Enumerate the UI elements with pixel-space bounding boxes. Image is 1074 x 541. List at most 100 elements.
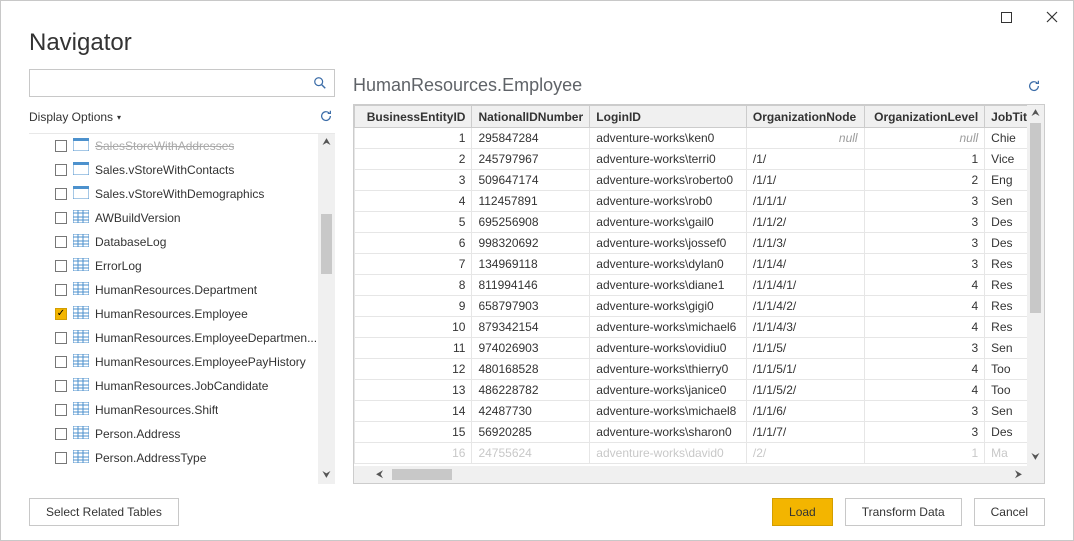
table-row[interactable]: 1624755624adventure-works\david0/2/1Ma (355, 443, 1044, 464)
cell: 998320692 (472, 233, 590, 254)
tree-item[interactable]: Person.Address (29, 422, 335, 446)
cell: 658797903 (472, 296, 590, 317)
table-row[interactable]: 7134969118adventure-works\dylan0/1/1/4/3… (355, 254, 1044, 275)
refresh-tree-icon[interactable] (319, 109, 333, 126)
table-row[interactable]: 6998320692adventure-works\jossef0/1/1/3/… (355, 233, 1044, 254)
table-icon (73, 330, 89, 346)
tree-scroll-thumb[interactable] (321, 214, 332, 274)
table-row[interactable]: 4112457891adventure-works\rob0/1/1/1/3Se… (355, 191, 1044, 212)
search-input[interactable] (30, 70, 306, 96)
table-row[interactable]: 12480168528adventure-works\thierry0/1/1/… (355, 359, 1044, 380)
grid-horizontal-scrollbar[interactable]: ⮜ ⮞ (354, 466, 1044, 483)
cell: /1/1/2/ (746, 212, 864, 233)
tree-item[interactable]: Sales.vStoreWithContacts (29, 158, 335, 182)
view-icon (73, 138, 89, 154)
tree-item[interactable]: HumanResources.EmployeePayHistory (29, 350, 335, 374)
cell: 695256908 (472, 212, 590, 233)
tree-item-checkbox[interactable] (55, 212, 67, 224)
tree-item-checkbox[interactable] (55, 164, 67, 176)
table-row[interactable]: 2245797967adventure-works\terri0/1/1Vice (355, 149, 1044, 170)
dialog-title: Navigator (1, 29, 1073, 61)
tree-item-checkbox[interactable] (55, 260, 67, 272)
cell: 3 (355, 170, 472, 191)
tree-item[interactable]: SalesStoreWithAddresses (29, 134, 335, 158)
tree-item-checkbox[interactable] (55, 284, 67, 296)
tree-item[interactable]: HumanResources.JobCandidate (29, 374, 335, 398)
tree-item-checkbox[interactable] (55, 188, 67, 200)
tree-item-checkbox[interactable] (55, 380, 67, 392)
table-row[interactable]: 8811994146adventure-works\diane1/1/1/4/1… (355, 275, 1044, 296)
tree-item-checkbox[interactable] (55, 140, 67, 152)
cell: adventure-works\ken0 (590, 128, 747, 149)
grid-vertical-scrollbar[interactable]: ⮝ ⮟ (1027, 105, 1044, 466)
select-related-tables-button[interactable]: Select Related Tables (29, 498, 179, 526)
tree-item-checkbox[interactable] (55, 356, 67, 368)
table-row[interactable]: 5695256908adventure-works\gail0/1/1/2/3D… (355, 212, 1044, 233)
table-row[interactable]: 13486228782adventure-works\janice0/1/1/5… (355, 380, 1044, 401)
table-row[interactable]: 3509647174adventure-works\roberto0/1/1/2… (355, 170, 1044, 191)
tree-item[interactable]: HumanResources.Department (29, 278, 335, 302)
display-options-dropdown[interactable]: Display Options ▾ (29, 110, 121, 124)
table-row[interactable]: 1556920285adventure-works\sharon0/1/1/7/… (355, 422, 1044, 443)
table-icon (73, 402, 89, 418)
tree-item[interactable]: HumanResources.Employee (29, 302, 335, 326)
data-grid[interactable]: BusinessEntityIDNationalIDNumberLoginIDO… (353, 104, 1045, 484)
scroll-down-icon[interactable]: ⮟ (318, 467, 335, 484)
search-box[interactable] (29, 69, 335, 97)
table-row[interactable]: 1295847284adventure-works\ken0nullnullCh… (355, 128, 1044, 149)
cell: adventure-works\ovidiu0 (590, 338, 747, 359)
cell: 4 (864, 359, 985, 380)
maximize-button[interactable] (991, 5, 1021, 29)
column-header[interactable]: LoginID (590, 106, 747, 128)
tree-item-checkbox[interactable] (55, 236, 67, 248)
transform-data-button[interactable]: Transform Data (845, 498, 962, 526)
tree-item-label: HumanResources.Shift (95, 403, 218, 417)
close-button[interactable] (1037, 5, 1067, 29)
tree-item[interactable]: ErrorLog (29, 254, 335, 278)
tree-item[interactable]: Person.AddressType (29, 446, 335, 470)
cell: 9 (355, 296, 472, 317)
refresh-preview-icon[interactable] (1027, 79, 1041, 96)
column-header[interactable]: OrganizationNode (746, 106, 864, 128)
load-button[interactable]: Load (772, 498, 833, 526)
tree-item-checkbox[interactable] (55, 308, 67, 320)
scroll-down-icon[interactable]: ⮟ (1027, 449, 1044, 466)
navigator-dialog: Navigator Display Options ▾ SalesStore (0, 0, 1074, 541)
tree-scrollbar[interactable]: ⮝ ⮟ (318, 134, 335, 484)
tree-item-checkbox[interactable] (55, 428, 67, 440)
scroll-left-icon[interactable]: ⮜ (371, 466, 388, 483)
table-row[interactable]: 9658797903adventure-works\gigi0/1/1/4/2/… (355, 296, 1044, 317)
preview-pane: HumanResources.Employee BusinessEntityID… (353, 61, 1045, 484)
table-row[interactable]: 1442487730adventure-works\michael8/1/1/6… (355, 401, 1044, 422)
cell: 3 (864, 401, 985, 422)
tree-item[interactable]: AWBuildVersion (29, 206, 335, 230)
tree-item[interactable]: DatabaseLog (29, 230, 335, 254)
cell: 509647174 (472, 170, 590, 191)
cell: 245797967 (472, 149, 590, 170)
cell: adventure-works\janice0 (590, 380, 747, 401)
search-icon[interactable] (306, 70, 334, 96)
cell: 974026903 (472, 338, 590, 359)
tree-item-checkbox[interactable] (55, 452, 67, 464)
tree-item[interactable]: HumanResources.Shift (29, 398, 335, 422)
tree-item[interactable]: HumanResources.EmployeeDepartmen... (29, 326, 335, 350)
tree-item-label: Person.AddressType (95, 451, 206, 465)
table-row[interactable]: 10879342154adventure-works\michael6/1/1/… (355, 317, 1044, 338)
scroll-right-icon[interactable]: ⮞ (1010, 466, 1027, 483)
scroll-up-icon[interactable]: ⮝ (318, 134, 335, 151)
cancel-button[interactable]: Cancel (974, 498, 1045, 526)
tree-item-checkbox[interactable] (55, 332, 67, 344)
grid-vscroll-thumb[interactable] (1030, 123, 1041, 313)
cell: 3 (864, 191, 985, 212)
tree-item[interactable]: Sales.vStoreWithDemographics (29, 182, 335, 206)
table-icon (73, 378, 89, 394)
grid-hscroll-thumb[interactable] (392, 469, 452, 480)
column-header[interactable]: BusinessEntityID (355, 106, 472, 128)
column-header[interactable]: OrganizationLevel (864, 106, 985, 128)
cell: 112457891 (472, 191, 590, 212)
tree-item-checkbox[interactable] (55, 404, 67, 416)
scroll-up-icon[interactable]: ⮝ (1027, 105, 1044, 122)
table-row[interactable]: 11974026903adventure-works\ovidiu0/1/1/5… (355, 338, 1044, 359)
table-icon (73, 258, 89, 274)
column-header[interactable]: NationalIDNumber (472, 106, 590, 128)
